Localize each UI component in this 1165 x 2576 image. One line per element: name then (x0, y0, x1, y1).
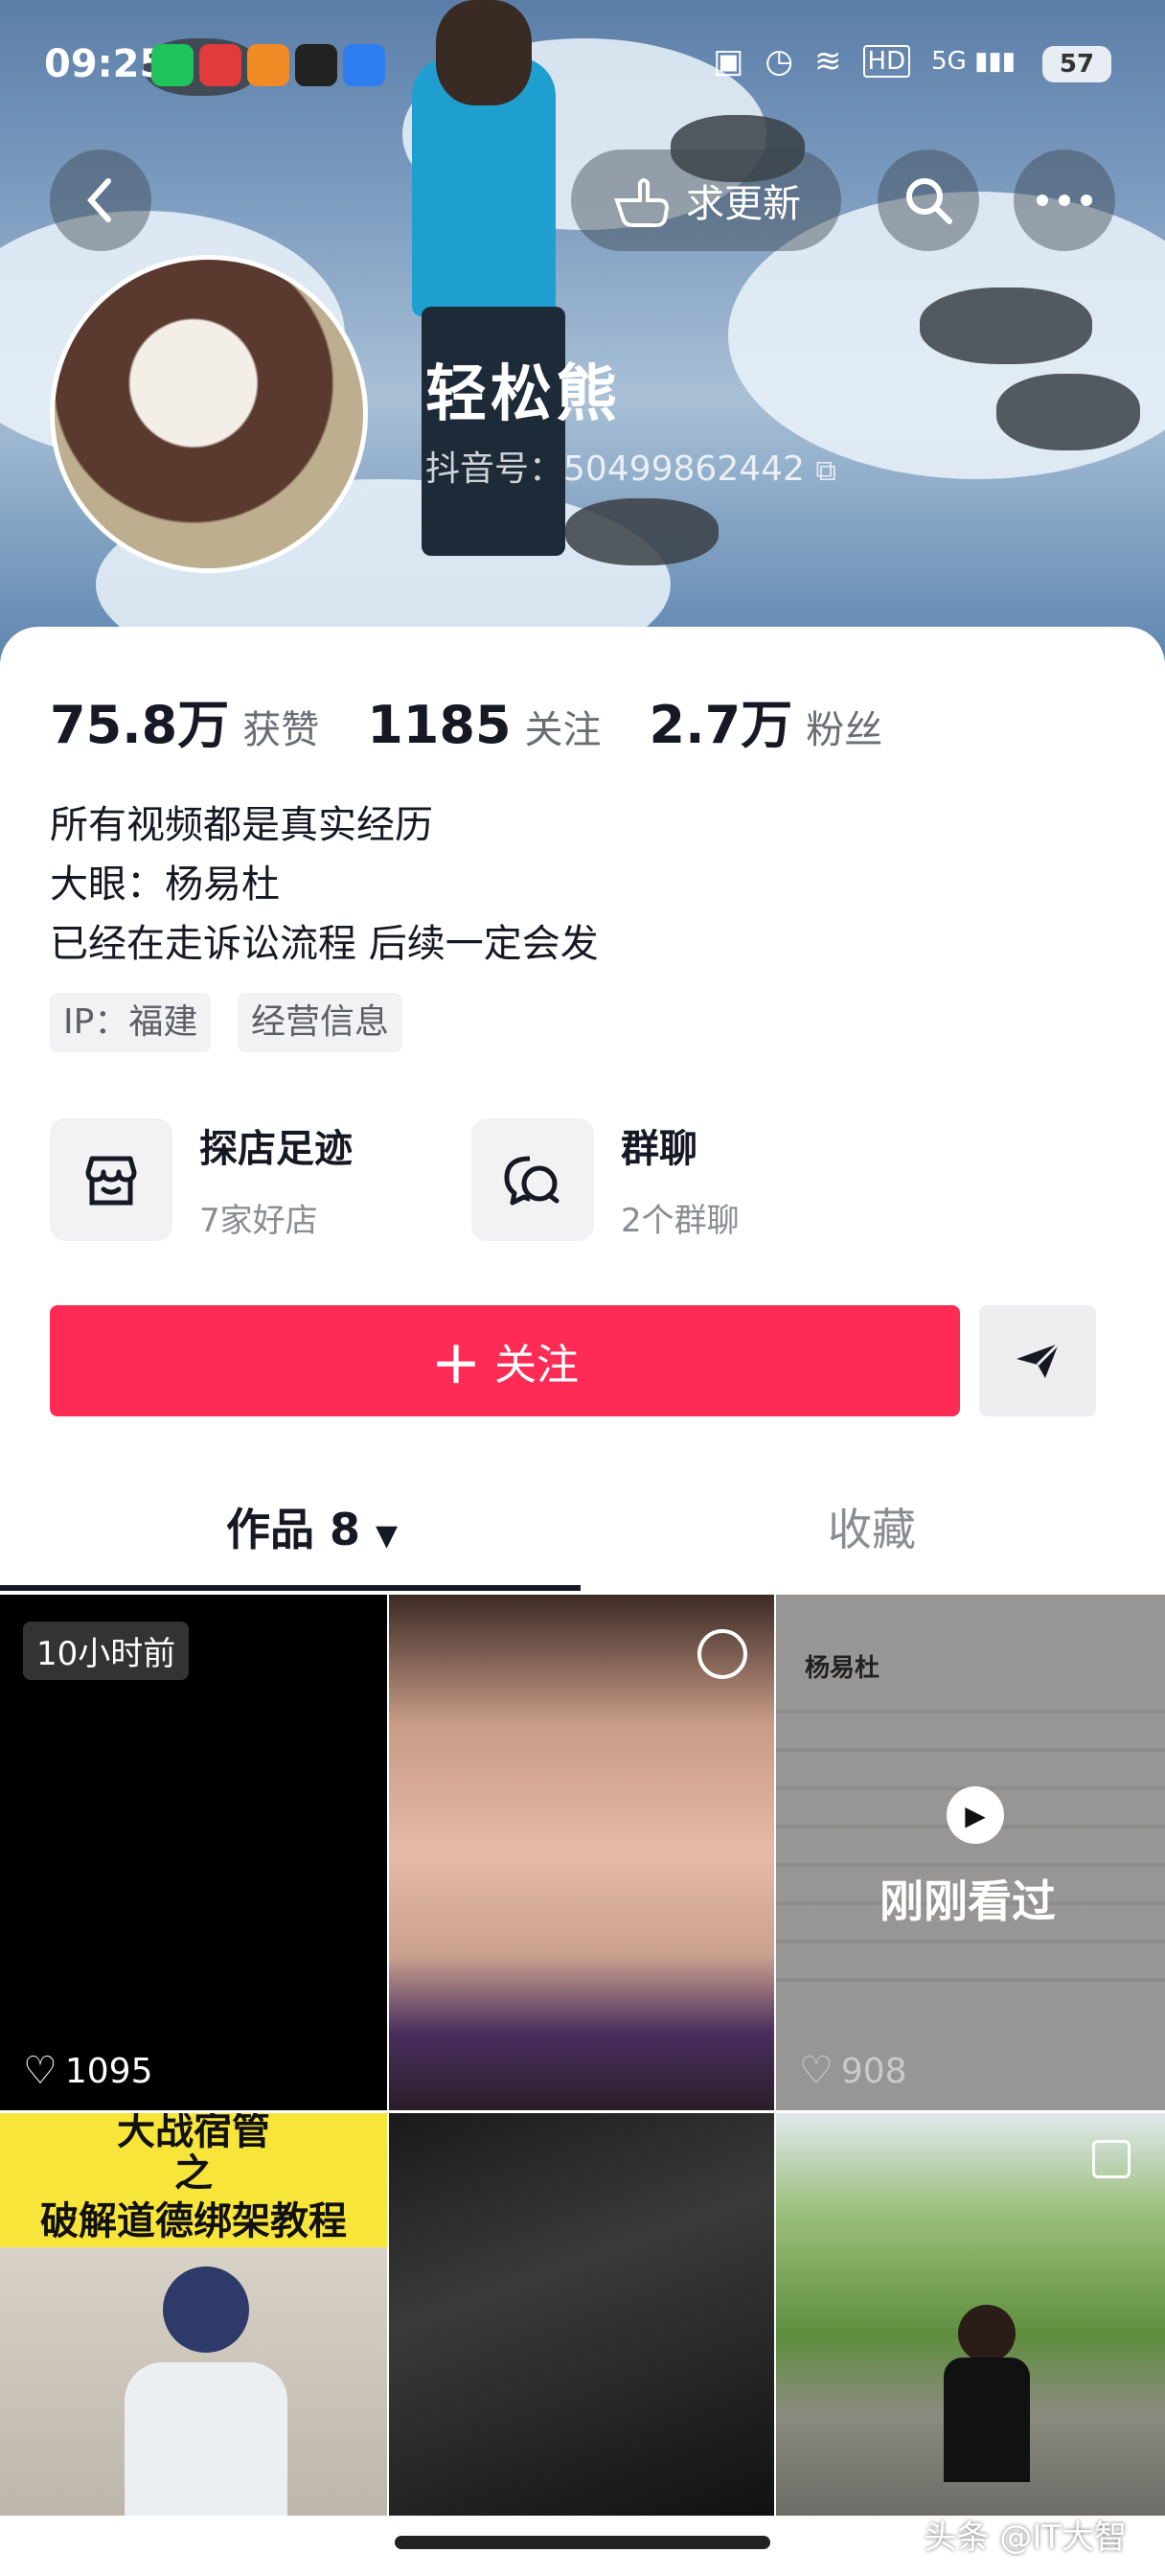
share-button[interactable] (979, 1305, 1096, 1416)
stat-likes-value: 75.8万 (50, 695, 230, 755)
wechat-icon (151, 44, 194, 86)
profile-stats: 75.8万 获赞 1185 关注 2.7万 粉丝 (50, 682, 882, 758)
video-thumbnail[interactable] (389, 2113, 774, 2516)
ip-location-tag: IP：福建 (50, 993, 212, 1052)
video-thumbnail[interactable] (389, 1595, 774, 2110)
qq-icon (295, 44, 337, 86)
plus-icon: ＋ (430, 1337, 481, 1395)
stat-followers-value: 2.7万 (649, 695, 793, 755)
feature-store-subtitle: 7家好店 (199, 1202, 318, 1240)
stat-followers[interactable]: 2.7万 粉丝 (650, 682, 883, 758)
back-button[interactable] (50, 150, 151, 251)
profile-card (0, 627, 1165, 1597)
video-likes-count: 1095 (64, 2051, 153, 2091)
watermark: 头条 @IT大智 (924, 2518, 1127, 2557)
search-icon (906, 178, 952, 224)
more-dots-icon (1037, 195, 1092, 206)
video-likes: ♡ 908 (799, 2049, 907, 2093)
caption-line: 破解道德绑架教程 (40, 2199, 347, 2243)
home-indicator[interactable] (395, 2536, 770, 2549)
nfc-icon: ▣ (713, 42, 744, 80)
tab-favorites[interactable]: 收藏 (828, 1495, 916, 1558)
person-body (125, 2362, 287, 2516)
pointing-hand-icon (614, 178, 670, 227)
follow-label: 关注 (494, 1341, 579, 1390)
request-update-label: 求更新 (686, 182, 801, 226)
douyin-id-text: 抖音号：50499862442 (425, 449, 805, 489)
tab-works[interactable]: 作品 8 ▼ (226, 1495, 398, 1558)
feature-store-visits[interactable]: 探店足迹 7家好店 (50, 1117, 353, 1241)
stat-following-label: 关注 (524, 708, 602, 752)
feature-group-chat[interactable]: 群聊 2个群聊 (471, 1117, 740, 1241)
person-body (944, 2358, 1030, 2482)
stat-likes[interactable]: 75.8万 获赞 (50, 682, 319, 758)
alarm-icon: ◷ (765, 42, 794, 80)
status-bar: 09:25 ▣ ◷ ≋ HD 5G ▮▮▮ 57 (0, 0, 1165, 144)
heart-outline-icon: ♡ (799, 2049, 834, 2093)
stat-following-value: 1185 (367, 695, 512, 755)
recently-viewed-label: 刚刚看过 (879, 1875, 1056, 1927)
follow-button[interactable]: ＋ 关注 (50, 1305, 960, 1416)
hd-icon: HD (862, 45, 911, 78)
feature-group-chat-title: 群聊 (621, 1127, 697, 1171)
profile-bio: 所有视频都是真实经历 大眼：杨易杜 已经在走诉讼流程 后续一定会发 (50, 795, 599, 974)
douyin-id[interactable]: 抖音号：50499862442 ⧉ (425, 441, 836, 491)
profile-nickname: 轻松熊 (425, 359, 621, 430)
video-time-badge: 10小时前 (23, 1622, 190, 1680)
alarm-app-icon (247, 44, 289, 86)
tab-active-indicator (0, 1585, 581, 1591)
bio-line: 已经在走诉讼流程 后续一定会发 (50, 922, 599, 966)
battery-icon: 57 (1042, 46, 1111, 82)
play-icon: ▶ (947, 1786, 1004, 1844)
business-info-tag[interactable]: 经营信息 (238, 993, 403, 1052)
video-thumbnail[interactable] (776, 2113, 1165, 2516)
app-notification-icon (343, 44, 385, 86)
stat-following[interactable]: 1185 关注 (367, 695, 601, 755)
feature-group-chat-subtitle: 2个群聊 (621, 1202, 740, 1240)
heart-outline-icon: ♡ (23, 2049, 57, 2093)
bio-line: 大眼：杨易杜 (50, 862, 280, 907)
signal-icon: 5G ▮▮▮ (931, 47, 1016, 76)
stat-followers-label: 粉丝 (806, 708, 883, 752)
video-likes: ♡ 1095 (23, 2049, 152, 2093)
wifi-icon: ≋ (814, 42, 842, 80)
video-likes-count: 908 (840, 2051, 907, 2091)
search-button[interactable] (878, 150, 979, 251)
chevron-left-icon (86, 178, 111, 222)
copy-icon[interactable]: ⧉ (815, 454, 835, 488)
send-icon (1017, 1342, 1061, 1378)
seen-overlay (776, 1595, 1165, 2110)
avatar[interactable] (50, 255, 368, 573)
jd-icon (199, 44, 241, 86)
stat-likes-label: 获赞 (242, 708, 320, 752)
person-cap (163, 2266, 249, 2353)
store-icon (50, 1117, 172, 1241)
live-photo-icon (697, 1629, 747, 1679)
tab-works-label: 作品 8 (226, 1504, 361, 1555)
chat-bubbles-icon (471, 1117, 594, 1241)
caret-down-icon: ▼ (376, 1519, 399, 1552)
feature-store-title: 探店足迹 (199, 1127, 353, 1171)
person-head (958, 2305, 1016, 2362)
request-update-button[interactable]: 求更新 (571, 150, 841, 251)
more-button[interactable] (1014, 150, 1115, 251)
multi-image-icon (1092, 2140, 1131, 2178)
bio-line: 所有视频都是真实经历 (50, 803, 433, 847)
video-thumbnail[interactable]: 大战宿管 之 破解道德绑架教程 (0, 2113, 387, 2516)
video-thumbnail[interactable]: 杨易杜 ▶ 刚刚看过 ♡ 908 (776, 1595, 1165, 2110)
status-time: 09:25 (44, 42, 167, 86)
video-thumbnail[interactable]: 10小时前 ♡ 1095 (0, 1595, 387, 2110)
